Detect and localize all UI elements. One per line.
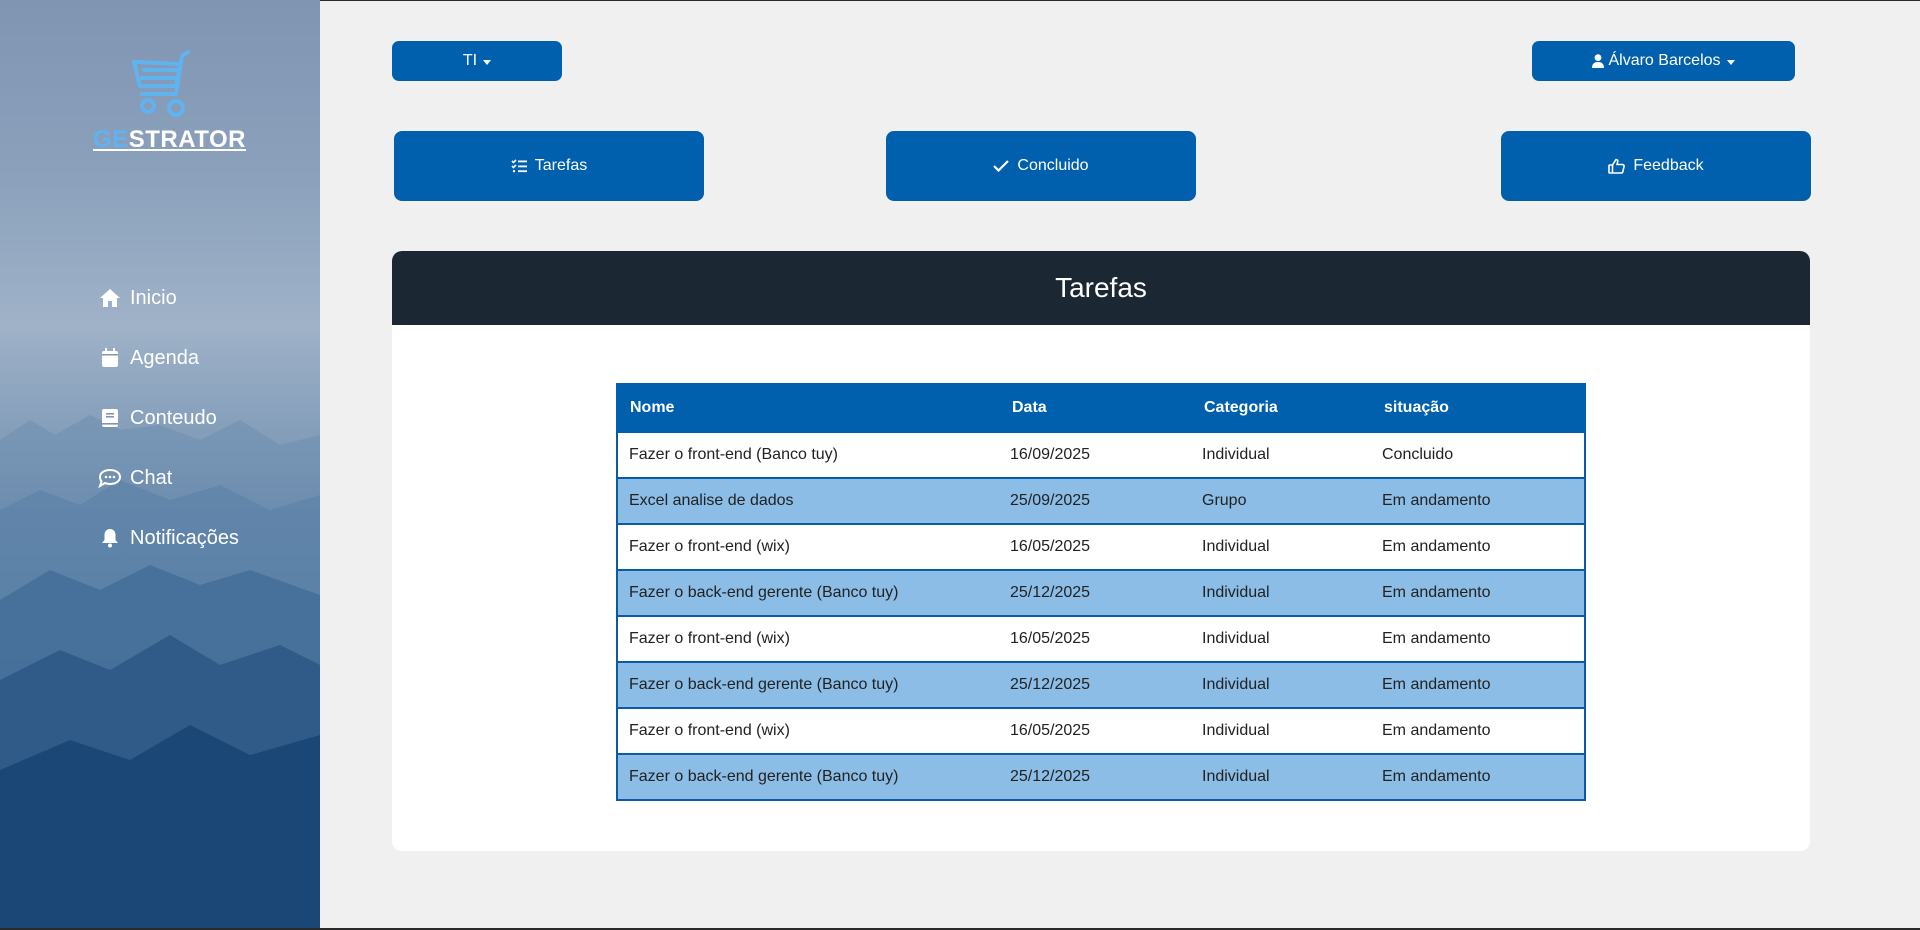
cell-nome: Fazer o front-end (wix)	[616, 615, 999, 663]
card-title: Tarefas	[1055, 272, 1147, 303]
table-row[interactable]: Fazer o front-end (wix) 16/05/2025 Indiv…	[616, 707, 1586, 755]
cell-situacao: Em andamento	[1371, 753, 1586, 801]
column-header-data: Data	[998, 383, 1192, 433]
column-header-nome: Nome	[616, 383, 1000, 433]
table-row[interactable]: Fazer o front-end (wix) 16/05/2025 Indiv…	[616, 615, 1586, 663]
cell-categoria: Grupo	[1191, 477, 1371, 525]
cell-nome: Fazer o back-end gerente (Banco tuy)	[616, 661, 999, 709]
bell-icon	[98, 526, 122, 550]
list-check-icon	[511, 159, 527, 173]
brand-logo[interactable]: GESTRATOR	[88, 48, 245, 158]
table-row[interactable]: Fazer o back-end gerente (Banco tuy) 25/…	[616, 661, 1586, 709]
sidebar-item-inicio[interactable]: Inicio	[98, 268, 239, 328]
cell-data: 16/05/2025	[999, 615, 1191, 663]
cell-situacao: Em andamento	[1371, 569, 1586, 617]
sidebar-item-label: Inicio	[130, 286, 177, 309]
cell-nome: Fazer o front-end (Banco tuy)	[616, 431, 999, 479]
cell-categoria: Individual	[1191, 753, 1371, 801]
table-row[interactable]: Fazer o back-end gerente (Banco tuy) 25/…	[616, 753, 1586, 801]
caret-down-icon	[483, 59, 492, 65]
cell-situacao: Em andamento	[1371, 707, 1586, 755]
cell-categoria: Individual	[1191, 615, 1371, 663]
column-header-situacao: situação	[1370, 383, 1586, 433]
cell-data: 16/05/2025	[999, 523, 1191, 571]
caret-down-icon	[1726, 59, 1735, 65]
calendar-icon	[98, 346, 122, 370]
thumbs-up-icon	[1608, 158, 1626, 174]
sidebar-item-conteudo[interactable]: Conteudo	[98, 388, 239, 448]
feedback-label: Feedback	[1633, 157, 1704, 174]
user-icon	[1592, 54, 1605, 68]
user-menu-dropdown[interactable]: Álvaro Barcelos	[1532, 41, 1795, 81]
sidebar-item-label: Notificações	[130, 526, 239, 549]
table-row[interactable]: Fazer o front-end (wix) 16/05/2025 Indiv…	[616, 523, 1586, 571]
brand-name: GESTRATOR	[93, 126, 246, 153]
cell-categoria: Individual	[1191, 523, 1371, 571]
cell-situacao: Em andamento	[1371, 523, 1586, 571]
cell-situacao: Em andamento	[1371, 477, 1586, 525]
table-row[interactable]: Fazer o back-end gerente (Banco tuy) 25/…	[616, 569, 1586, 617]
table-row[interactable]: Fazer o front-end (Banco tuy) 16/09/2025…	[616, 431, 1586, 479]
cell-nome: Fazer o back-end gerente (Banco tuy)	[616, 569, 999, 617]
cell-data: 25/12/2025	[999, 753, 1191, 801]
feedback-button[interactable]: Feedback	[1501, 131, 1811, 201]
cell-nome: Fazer o front-end (wix)	[616, 707, 999, 755]
cell-situacao: Concluido	[1371, 431, 1586, 479]
cell-nome: Fazer o front-end (wix)	[616, 523, 999, 571]
department-dropdown[interactable]: TI	[392, 41, 562, 81]
check-icon	[993, 160, 1010, 172]
column-header-categoria: Categoria	[1190, 383, 1372, 433]
tasks-card: Tarefas Nome Data Categoria situação Faz…	[392, 251, 1810, 851]
chat-icon	[98, 466, 122, 490]
cell-situacao: Em andamento	[1371, 615, 1586, 663]
user-name: Álvaro Barcelos	[1608, 52, 1721, 69]
cell-categoria: Individual	[1191, 431, 1371, 479]
cell-categoria: Individual	[1191, 569, 1371, 617]
cell-data: 25/12/2025	[999, 661, 1191, 709]
cell-nome: Excel analise de dados	[616, 477, 999, 525]
sidebar-item-label: Chat	[130, 466, 173, 489]
cell-data: 25/09/2025	[999, 477, 1191, 525]
sidebar-item-label: Conteudo	[130, 406, 217, 429]
book-icon	[98, 406, 122, 430]
cart-icon	[132, 50, 190, 117]
sidebar: GESTRATOR Inicio Agenda Conteudo Chat No…	[0, 0, 320, 930]
cell-situacao: Em andamento	[1371, 661, 1586, 709]
cell-categoria: Individual	[1191, 661, 1371, 709]
sidebar-nav: Inicio Agenda Conteudo Chat Notificações	[98, 268, 239, 568]
card-header: Tarefas	[392, 251, 1810, 325]
concluido-label: Concluido	[1017, 157, 1089, 174]
cell-data: 25/12/2025	[999, 569, 1191, 617]
cell-data: 16/09/2025	[999, 431, 1191, 479]
tarefas-label: Tarefas	[534, 157, 588, 174]
cell-data: 16/05/2025	[999, 707, 1191, 755]
table-row[interactable]: Excel analise de dados 25/09/2025 Grupo …	[616, 477, 1586, 525]
tasks-table: Nome Data Categoria situação Fazer o fro…	[616, 383, 1586, 801]
sidebar-item-chat[interactable]: Chat	[98, 448, 239, 508]
tarefas-button[interactable]: Tarefas	[394, 131, 704, 201]
department-label: TI	[462, 52, 478, 69]
cell-nome: Fazer o back-end gerente (Banco tuy)	[616, 753, 999, 801]
sidebar-item-agenda[interactable]: Agenda	[98, 328, 239, 388]
sidebar-item-notificacoes[interactable]: Notificações	[98, 508, 239, 568]
table-header-row: Nome Data Categoria situação	[616, 383, 1586, 433]
home-icon	[98, 286, 122, 310]
sidebar-item-label: Agenda	[130, 346, 199, 369]
concluido-button[interactable]: Concluido	[886, 131, 1196, 201]
cell-categoria: Individual	[1191, 707, 1371, 755]
